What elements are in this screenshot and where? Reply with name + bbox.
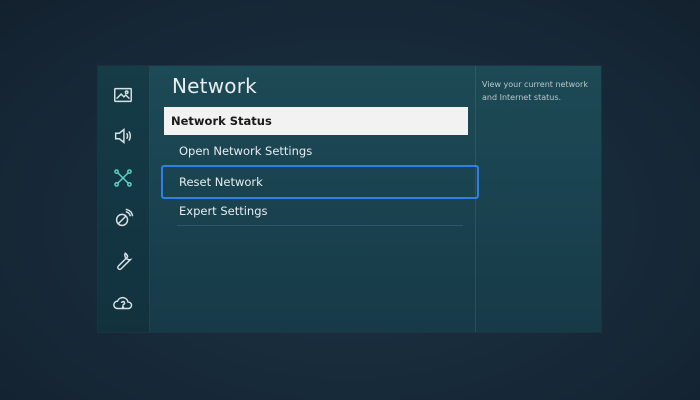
menu-item-label: Open Network Settings xyxy=(179,144,313,158)
tv-screen: Network Network Status Open Network Sett… xyxy=(0,0,700,400)
support-wrench-icon[interactable] xyxy=(110,248,136,274)
broadcasting-icon[interactable] xyxy=(110,206,136,232)
help-pane: View your current network and Internet s… xyxy=(475,66,601,332)
sound-icon[interactable] xyxy=(110,123,136,149)
menu-item-label: Expert Settings xyxy=(179,204,268,218)
cloud-help-icon[interactable] xyxy=(110,290,136,316)
menu-item-reset-network[interactable]: Reset Network xyxy=(161,165,479,199)
menu-item-network-status[interactable]: Network Status xyxy=(164,107,468,135)
help-description: View your current network and Internet s… xyxy=(482,80,588,102)
menu-divider xyxy=(177,225,463,226)
page-title: Network xyxy=(172,74,257,98)
settings-category-rail xyxy=(98,66,150,332)
settings-content: Network Network Status Open Network Sett… xyxy=(149,66,479,332)
settings-panel: Network Network Status Open Network Sett… xyxy=(98,66,601,332)
menu-item-label: Network Status xyxy=(171,114,272,128)
network-icon[interactable] xyxy=(110,165,136,191)
picture-icon[interactable] xyxy=(110,82,136,108)
menu-item-open-network-settings[interactable]: Open Network Settings xyxy=(163,137,467,165)
menu-item-expert-settings[interactable]: Expert Settings xyxy=(163,197,467,225)
menu-item-label: Reset Network xyxy=(179,175,263,189)
